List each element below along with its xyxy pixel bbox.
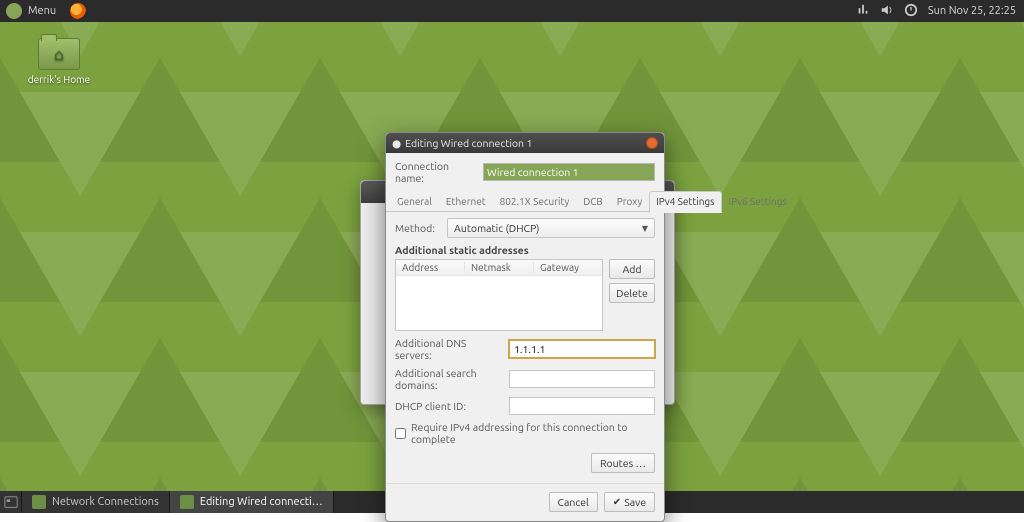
- search-domains-label: Additional search domains:: [395, 367, 503, 391]
- connection-name-input[interactable]: [483, 163, 655, 181]
- tab-ipv6-settings[interactable]: IPv6 Settings: [722, 191, 794, 212]
- connection-name-label: Connection name:: [395, 160, 477, 184]
- tab-proxy[interactable]: Proxy: [610, 191, 649, 212]
- tab-ipv4-settings[interactable]: IPv4 Settings: [649, 191, 721, 213]
- firefox-launcher-icon[interactable]: [70, 3, 86, 19]
- save-button-label: Save: [624, 496, 646, 508]
- edit-connection-dialog: ● Editing Wired connection 1 Connection …: [385, 132, 665, 522]
- method-combobox[interactable]: Automatic (DHCP) ▼: [447, 218, 655, 238]
- tab-ethernet[interactable]: Ethernet: [439, 191, 493, 212]
- delete-address-button[interactable]: Delete: [609, 283, 655, 303]
- taskbar-label: Network Connections: [52, 496, 159, 508]
- cancel-button[interactable]: Cancel: [549, 492, 598, 512]
- home-icon: ⌂: [39, 39, 79, 69]
- taskbar-label: Editing Wired connecti…: [200, 496, 323, 508]
- col-gateway: Gateway: [534, 262, 602, 273]
- top-panel: Menu Sun Nov 25, 22:25: [0, 0, 1024, 22]
- close-icon[interactable]: [646, 137, 658, 149]
- dns-servers-label: Additional DNS servers:: [395, 337, 503, 361]
- desktop-wallpaper: ⌂ derrik's Home ● Editing Wired connecti…: [0, 22, 1024, 491]
- distro-logo-icon[interactable]: [6, 3, 22, 19]
- app-icon: [180, 495, 194, 509]
- method-label: Method:: [395, 222, 441, 234]
- routes-button[interactable]: Routes …: [591, 453, 655, 473]
- clock[interactable]: Sun Nov 25, 22:25: [928, 5, 1016, 17]
- tab-dcb[interactable]: DCB: [576, 191, 610, 212]
- save-button[interactable]: ✔ Save: [604, 492, 655, 512]
- dialog-titlebar[interactable]: ● Editing Wired connection 1: [386, 133, 664, 153]
- col-netmask: Netmask: [465, 262, 534, 273]
- show-desktop-button[interactable]: [0, 491, 22, 513]
- addresses-section-header: Additional static addresses: [395, 244, 655, 256]
- add-address-button[interactable]: Add: [609, 259, 655, 279]
- method-value: Automatic (DHCP): [454, 222, 539, 234]
- taskbar-item-editing-wired[interactable]: Editing Wired connecti…: [170, 491, 334, 513]
- require-ipv4-checkbox[interactable]: [395, 428, 406, 439]
- home-folder-label: derrik's Home: [24, 74, 94, 85]
- tab-8021x[interactable]: 802.1X Security: [493, 191, 577, 212]
- dhcp-client-id-input[interactable]: [509, 397, 655, 415]
- power-indicator-icon[interactable]: [904, 3, 918, 20]
- app-icon: [32, 495, 46, 509]
- taskbar-item-network-connections[interactable]: Network Connections: [22, 491, 170, 513]
- require-ipv4-label: Require IPv4 addressing for this connect…: [411, 421, 655, 445]
- menu-button[interactable]: Menu: [28, 5, 56, 17]
- check-icon: ✔: [613, 496, 621, 508]
- dialog-title: Editing Wired connection 1: [405, 137, 532, 149]
- home-folder-desktop-icon[interactable]: ⌂ derrik's Home: [24, 38, 94, 85]
- addresses-table[interactable]: Address Netmask Gateway: [395, 259, 603, 331]
- network-indicator-icon[interactable]: [856, 3, 870, 20]
- tab-general[interactable]: General: [390, 191, 439, 212]
- settings-tabs: General Ethernet 802.1X Security DCB Pro…: [386, 190, 664, 212]
- titlebar-app-icon: ●: [392, 137, 401, 150]
- search-domains-input[interactable]: [509, 370, 655, 388]
- dns-servers-input[interactable]: [509, 340, 655, 358]
- col-address: Address: [396, 262, 465, 273]
- volume-indicator-icon[interactable]: [880, 3, 894, 20]
- chevron-down-icon: ▼: [642, 224, 648, 233]
- dhcp-client-id-label: DHCP client ID:: [395, 400, 503, 412]
